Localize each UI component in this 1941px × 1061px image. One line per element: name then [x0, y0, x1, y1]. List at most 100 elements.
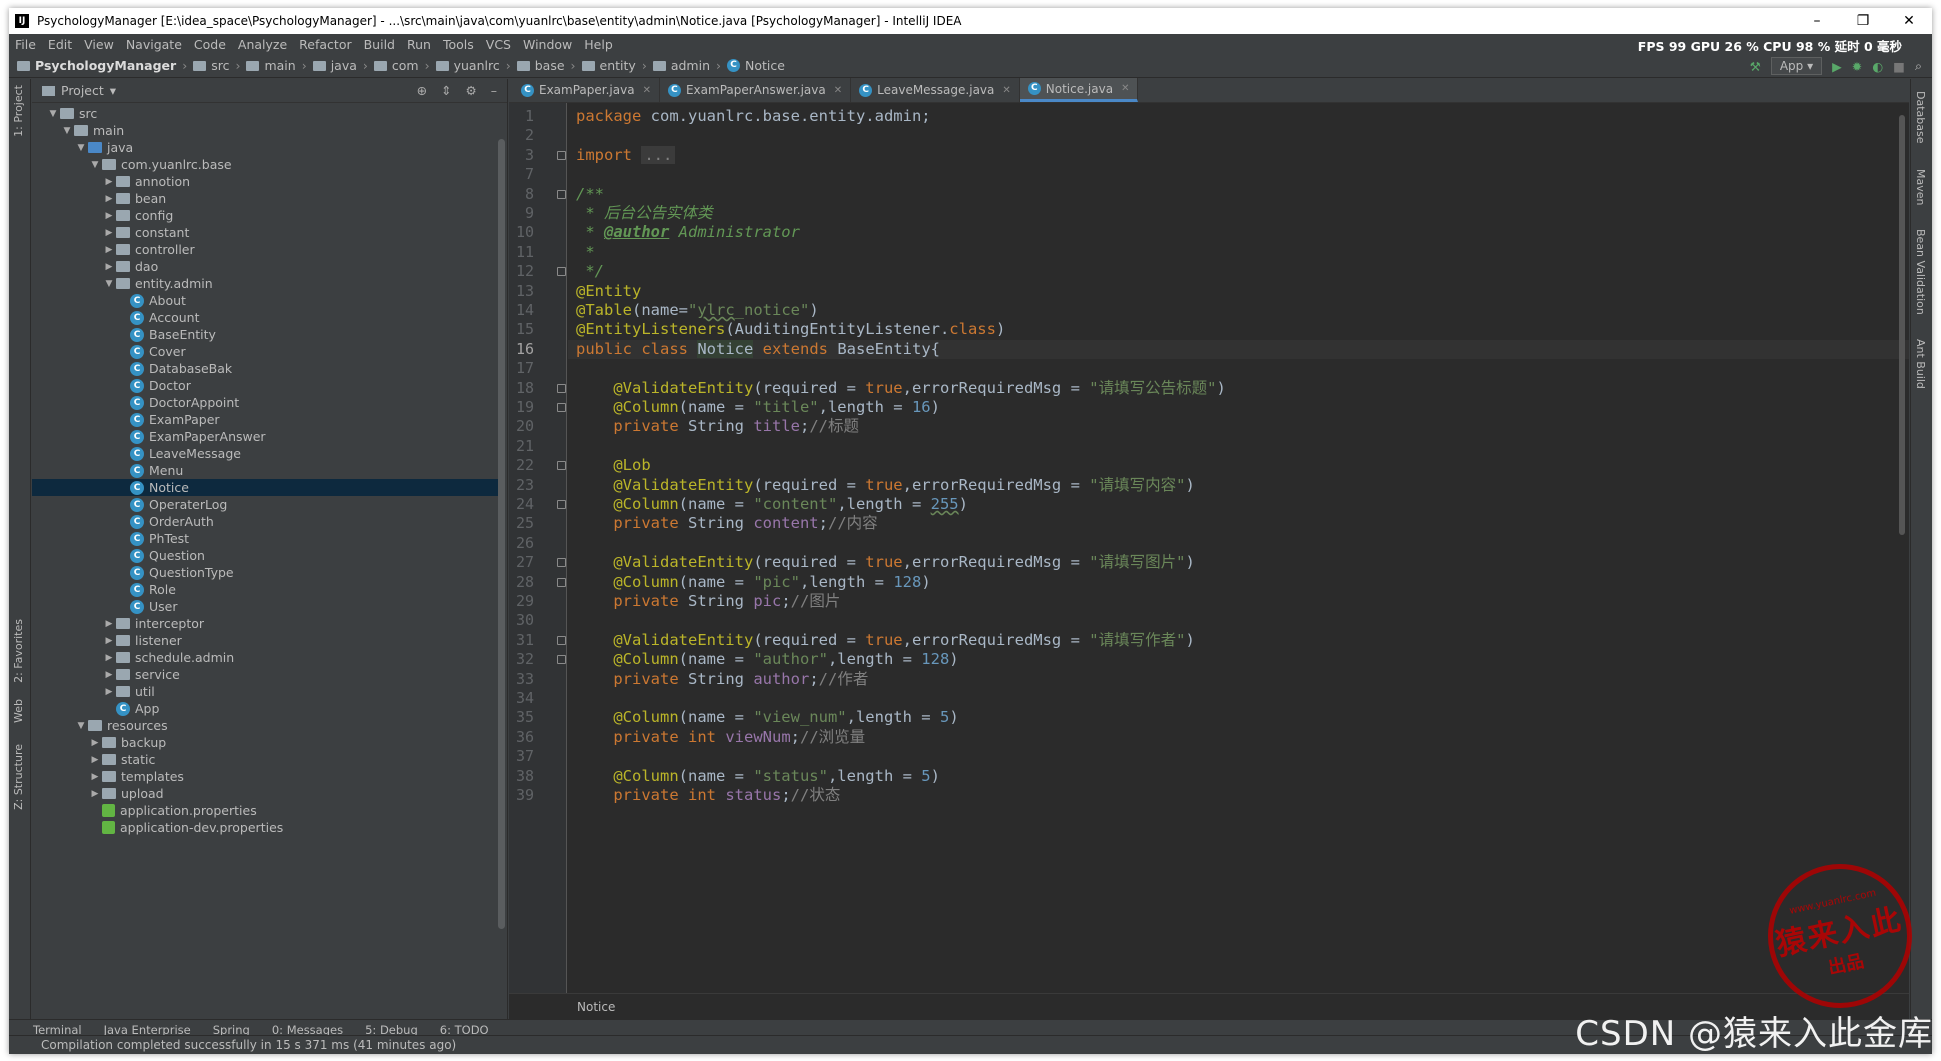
tree-item[interactable]: C Role	[32, 581, 498, 598]
close-tab-icon[interactable]: ✕	[834, 85, 842, 96]
maven-tool-button[interactable]: Maven	[1914, 169, 1927, 205]
debug-icon[interactable]: ✹	[1852, 59, 1862, 74]
structure-tool-button[interactable]: Z: Structure	[12, 744, 25, 810]
fold-marker-icon[interactable]	[557, 635, 566, 645]
tree-item[interactable]: ▼ main	[32, 122, 498, 139]
tree-item[interactable]: C BaseEntity	[32, 326, 498, 343]
tree-item[interactable]: ▶ annotion	[32, 173, 498, 190]
chevron-right-icon[interactable]: ▶	[102, 636, 116, 646]
tree-item[interactable]: ▶ interceptor	[32, 615, 498, 632]
tree-item[interactable]: C DatabaseBak	[32, 360, 498, 377]
project-view-select[interactable]: Project	[61, 83, 104, 98]
menu-code[interactable]: Code	[188, 37, 232, 52]
chevron-down-icon[interactable]: ▼	[46, 109, 60, 119]
tree-item[interactable]: ▶ constant	[32, 224, 498, 241]
minimize-button[interactable]: –	[1794, 8, 1840, 34]
tree-item[interactable]: C OperaterLog	[32, 496, 498, 513]
tree-item[interactable]: ▶ upload	[32, 785, 498, 802]
chevron-right-icon[interactable]: ▶	[102, 619, 116, 629]
hide-icon[interactable]: –	[491, 83, 497, 98]
tree-item[interactable]: C LeaveMessage	[32, 445, 498, 462]
tree-item[interactable]: C DoctorAppoint	[32, 394, 498, 411]
tree-item[interactable]: C ExamPaperAnswer	[32, 428, 498, 445]
build-icon[interactable]: ⚒	[1750, 59, 1761, 74]
editor-tab[interactable]: C ExamPaperAnswer.java ✕	[660, 78, 852, 102]
menu-edit[interactable]: Edit	[42, 37, 78, 52]
tree-item[interactable]: C App	[32, 700, 498, 717]
tree-item[interactable]: ▶ schedule.admin	[32, 649, 498, 666]
breadcrumb-item[interactable]: main	[264, 58, 295, 73]
chevron-right-icon[interactable]: ▶	[88, 789, 102, 799]
breadcrumb-item[interactable]: base	[535, 58, 565, 73]
favorites-tool-button[interactable]: 2: Favorites	[12, 619, 25, 683]
breadcrumb-item[interactable]: src	[211, 58, 229, 73]
tree-item[interactable]: ▶ service	[32, 666, 498, 683]
tree-item[interactable]: C ExamPaper	[32, 411, 498, 428]
chevron-down-icon[interactable]: ▼	[74, 721, 88, 731]
fold-marker-icon[interactable]	[557, 267, 566, 277]
breadcrumb-item[interactable]: PsychologyManager	[35, 58, 176, 73]
breadcrumb-item[interactable]: Notice	[745, 58, 785, 73]
maximize-button[interactable]: ❐	[1840, 8, 1886, 34]
breadcrumb-item[interactable]: yuanlrc	[454, 58, 500, 73]
fold-marker-icon[interactable]	[557, 655, 566, 665]
tree-item[interactable]: C OrderAuth	[32, 513, 498, 530]
tree-item[interactable]: C User	[32, 598, 498, 615]
chevron-right-icon[interactable]: ▶	[102, 653, 116, 663]
tree-item[interactable]: ▶ templates	[32, 768, 498, 785]
menu-build[interactable]: Build	[358, 37, 401, 52]
chevron-right-icon[interactable]: ▶	[102, 262, 116, 272]
tree-item[interactable]: ▶ static	[32, 751, 498, 768]
chevron-right-icon[interactable]: ▶	[102, 670, 116, 680]
gear-icon[interactable]: ⚙	[466, 83, 477, 98]
tree-item[interactable]: application-dev.properties	[32, 819, 498, 836]
database-tool-button[interactable]: Database	[1914, 91, 1927, 144]
tree-item[interactable]: ▶ dao	[32, 258, 498, 275]
fold-marker-icon[interactable]	[557, 150, 566, 160]
chevron-right-icon[interactable]: ▶	[102, 194, 116, 204]
tree-item[interactable]: C PhTest	[32, 530, 498, 547]
tree-item[interactable]: ▼ resources	[32, 717, 498, 734]
web-tool-button[interactable]: Web	[12, 699, 25, 723]
chevron-right-icon[interactable]: ▶	[102, 245, 116, 255]
project-scrollbar[interactable]	[498, 139, 505, 929]
tree-item[interactable]: C About	[32, 292, 498, 309]
tree-item[interactable]: C Question	[32, 547, 498, 564]
chevron-down-icon[interactable]: ▼	[102, 279, 116, 289]
menu-help[interactable]: Help	[578, 37, 619, 52]
breadcrumb-item[interactable]: com	[392, 58, 419, 73]
code-area[interactable]: package com.yuanlrc.base.entity.admin; im…	[568, 103, 1909, 993]
tree-item[interactable]: application.properties	[32, 802, 498, 819]
menu-window[interactable]: Window	[517, 37, 578, 52]
coverage-icon[interactable]: ◐	[1872, 59, 1883, 74]
stop-icon[interactable]: ■	[1893, 59, 1905, 74]
project-tool-button[interactable]: 1: Project	[12, 85, 25, 137]
fold-marker-icon[interactable]	[557, 461, 566, 471]
tree-item[interactable]: ▶ bean	[32, 190, 498, 207]
menu-view[interactable]: View	[78, 37, 120, 52]
fold-marker-icon[interactable]	[557, 403, 566, 412]
tree-item[interactable]: ▶ backup	[32, 734, 498, 751]
tree-item[interactable]: C QuestionType	[32, 564, 498, 581]
bean-validation-tool-button[interactable]: Bean Validation	[1914, 229, 1927, 315]
breadcrumb-item[interactable]: java	[331, 58, 357, 73]
menu-file[interactable]: File	[9, 37, 42, 52]
tree-item[interactable]: ▼ src	[32, 105, 498, 122]
close-button[interactable]: ✕	[1886, 8, 1932, 34]
chevron-right-icon[interactable]: ▶	[88, 738, 102, 748]
chevron-right-icon[interactable]: ▶	[88, 755, 102, 765]
fold-marker-icon[interactable]	[557, 558, 566, 568]
collapse-all-icon[interactable]: ⇕	[441, 83, 451, 98]
locate-icon[interactable]: ⊕	[417, 83, 427, 98]
close-tab-icon[interactable]: ✕	[643, 85, 651, 96]
tree-item[interactable]: ▶ listener	[32, 632, 498, 649]
editor-tab[interactable]: C Notice.java ✕	[1019, 78, 1139, 102]
menu-navigate[interactable]: Navigate	[120, 37, 188, 52]
close-tab-icon[interactable]: ✕	[1121, 83, 1129, 94]
tree-item[interactable]: ▶ config	[32, 207, 498, 224]
menu-refactor[interactable]: Refactor	[293, 37, 357, 52]
editor-scrollbar[interactable]	[1899, 115, 1905, 535]
tree-item[interactable]: ▶ util	[32, 683, 498, 700]
menu-tools[interactable]: Tools	[437, 37, 480, 52]
tree-item[interactable]: C Account	[32, 309, 498, 326]
